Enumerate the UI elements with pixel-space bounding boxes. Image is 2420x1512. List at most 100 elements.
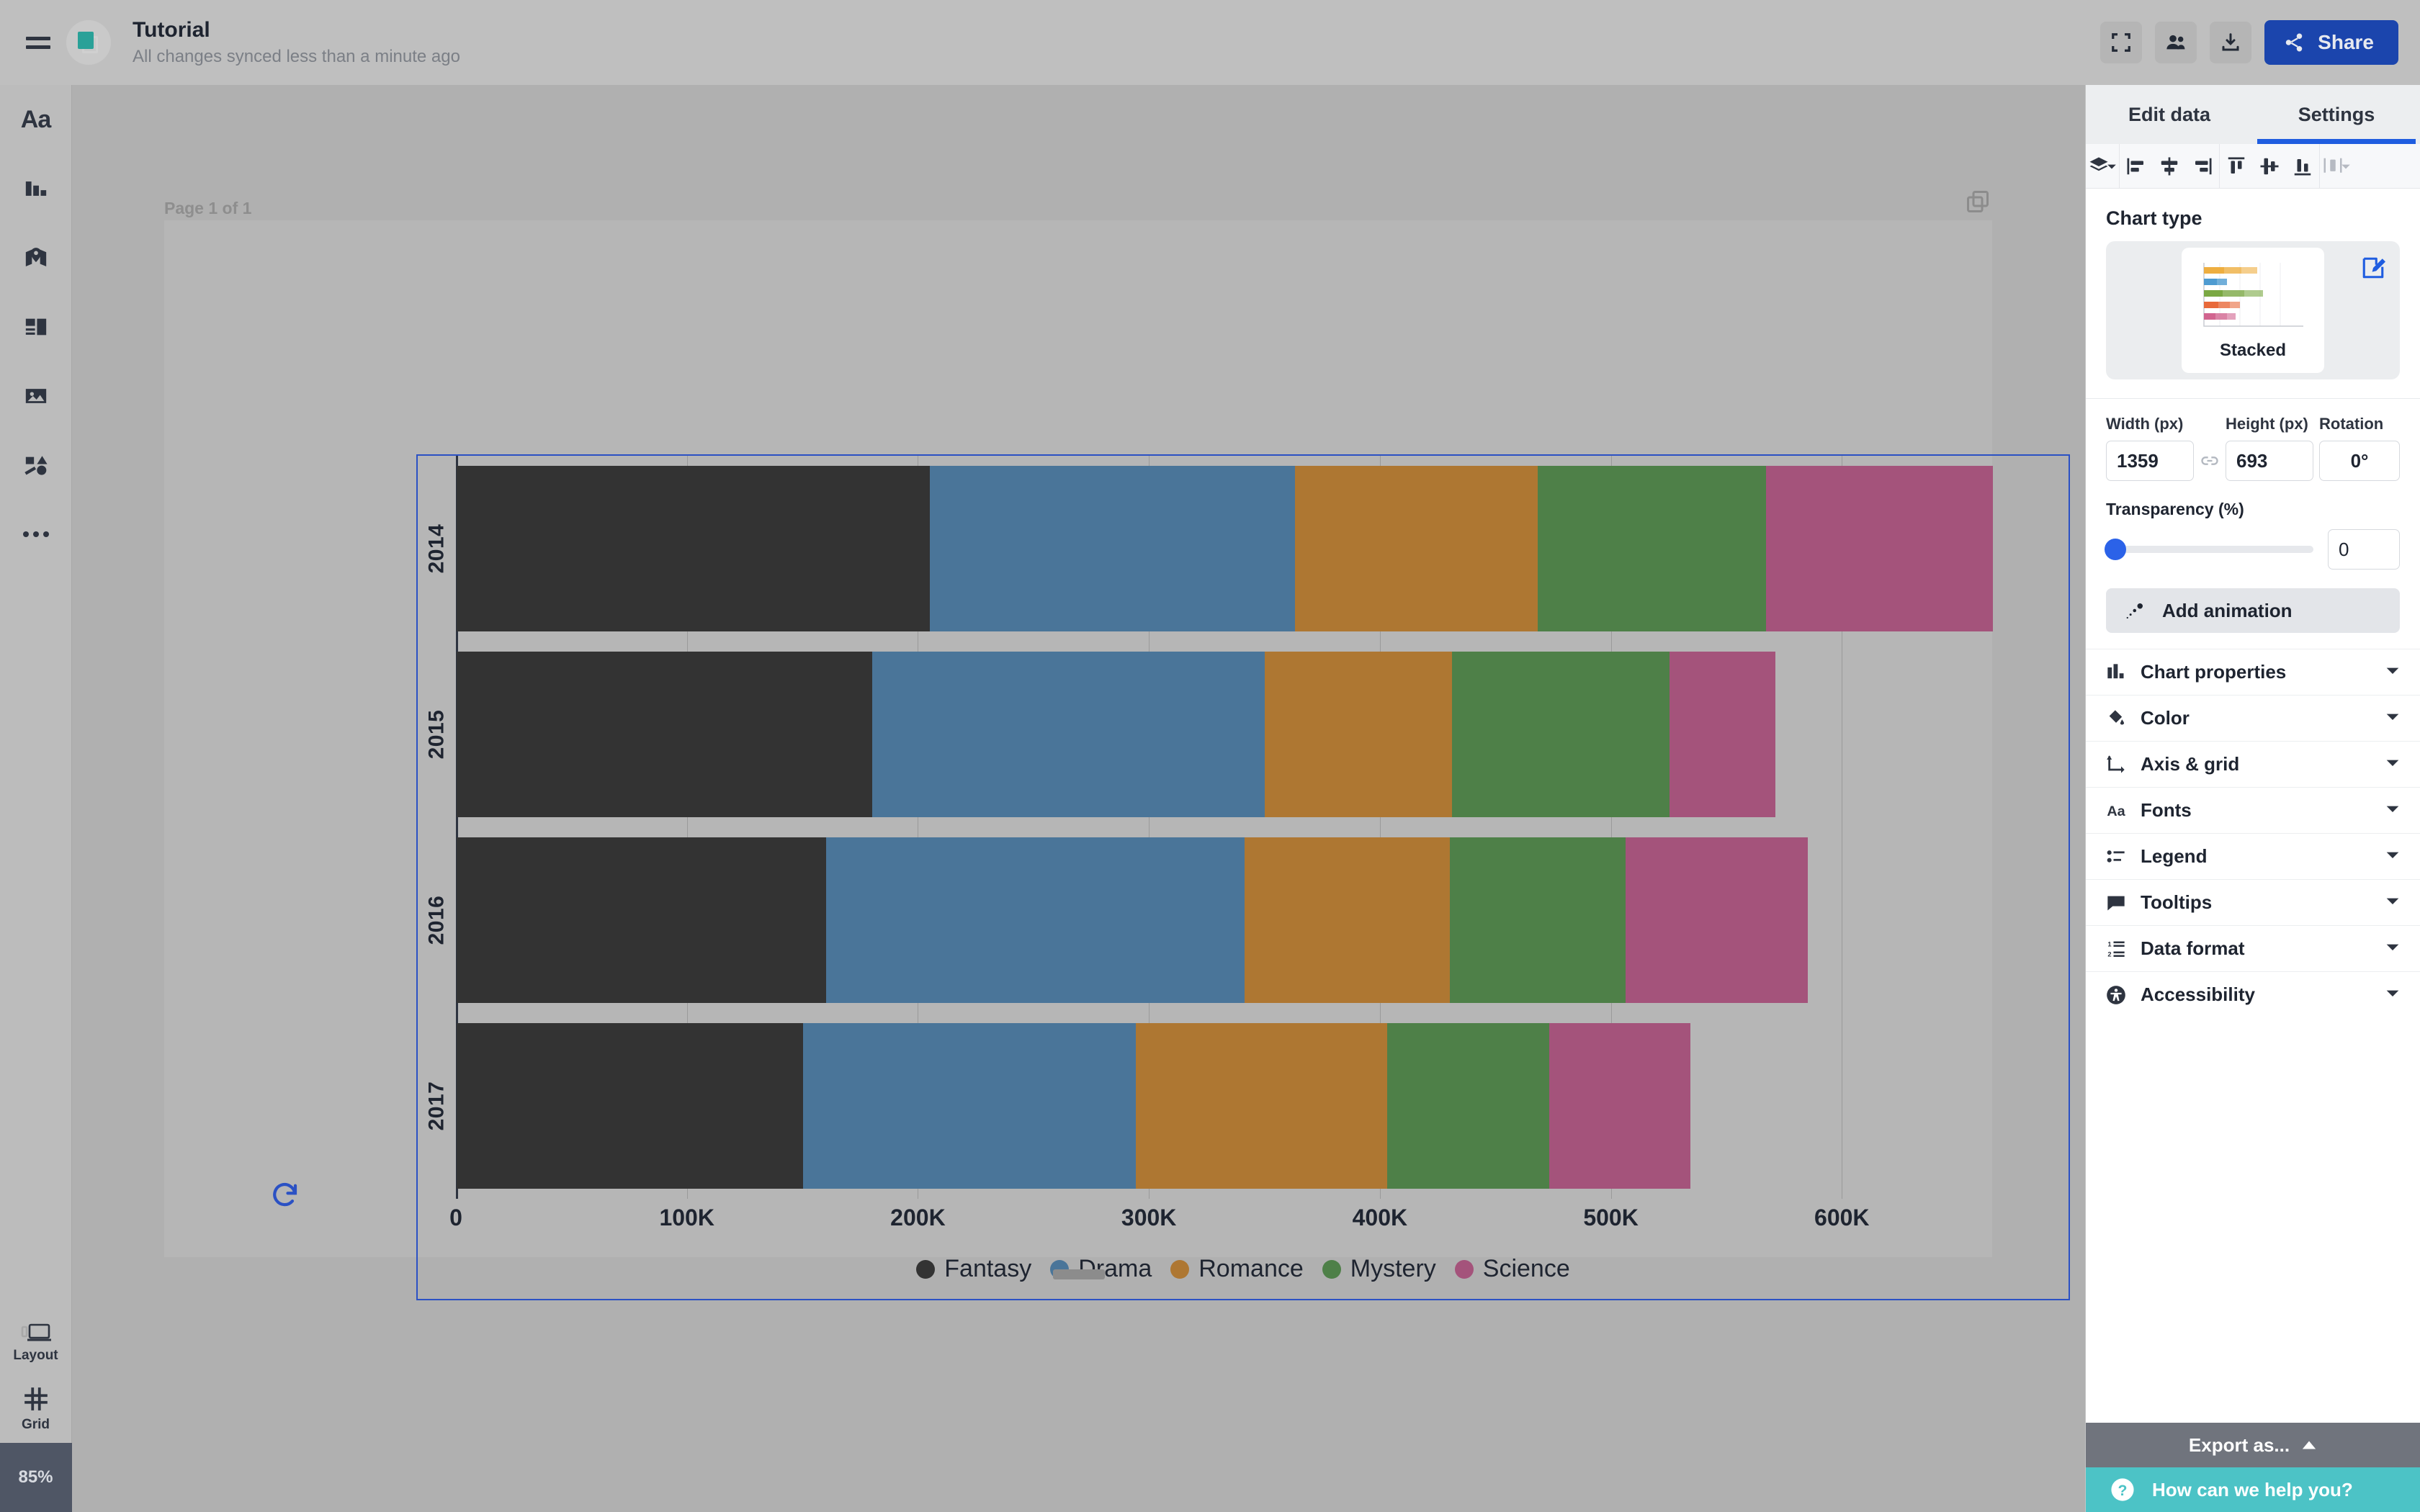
- grid-icon: [24, 1387, 48, 1410]
- share-button[interactable]: Share: [2264, 20, 2398, 65]
- bar-segment-romance[interactable]: [1295, 466, 1538, 631]
- rotation-input[interactable]: [2319, 441, 2400, 481]
- bar-segment-romance[interactable]: [1265, 652, 1453, 817]
- accordion-legend[interactable]: Legend: [2086, 833, 2420, 879]
- chevron-down-icon: [2107, 164, 2116, 168]
- sidebar-item-image[interactable]: [0, 361, 72, 431]
- export-as-button[interactable]: Export as...: [2086, 1423, 2420, 1467]
- x-axis-tick-label: 300K: [1121, 1205, 1177, 1230]
- bar-segment-drama[interactable]: [826, 837, 1245, 1003]
- transparency-input[interactable]: [2328, 529, 2400, 570]
- accordion-color-label: Color: [2141, 707, 2190, 729]
- panel-spacer: [2086, 1017, 2420, 1423]
- download-button[interactable]: [2210, 22, 2252, 63]
- accordion-data-format[interactable]: 1 2 Data format: [2086, 925, 2420, 971]
- height-input[interactable]: [2226, 441, 2313, 481]
- accordion-tooltips[interactable]: Tooltips: [2086, 879, 2420, 925]
- accordion-chart-properties[interactable]: Chart properties: [2086, 649, 2420, 695]
- align-bottom-button[interactable]: [2286, 144, 2319, 189]
- bar-segment-science[interactable]: [1549, 1023, 1690, 1189]
- bar-segment-fantasy[interactable]: [457, 837, 827, 1003]
- bar-segment-fantasy[interactable]: [457, 466, 931, 631]
- accordion-color[interactable]: Color: [2086, 695, 2420, 741]
- zoom-level-button[interactable]: 85%: [0, 1443, 72, 1512]
- transparency-slider-thumb[interactable]: [2105, 539, 2126, 560]
- bar-chart-icon: [25, 181, 46, 196]
- legend-item[interactable]: Science: [1454, 1255, 1570, 1283]
- legend-item[interactable]: Romance: [1170, 1255, 1304, 1283]
- question-mark-icon: ?: [2111, 1478, 2134, 1501]
- collaborators-button[interactable]: [2155, 22, 2197, 63]
- chevron-down-icon: [2385, 663, 2400, 681]
- settings-accordion-list: Chart properties Color Axis & grid Aa Fonts L…: [2086, 649, 2420, 1017]
- app-root: Tutorial All changes synced less than a …: [0, 0, 2420, 1512]
- shapes-icon: [24, 456, 48, 475]
- accordion-accessibility[interactable]: Accessibility: [2086, 971, 2420, 1017]
- align-middle-button[interactable]: [2253, 144, 2286, 189]
- align-center-horizontal-button[interactable]: [2153, 144, 2186, 189]
- slide-canvas[interactable]: 2014 2015 2016 2017 0 100K 200K 300K 400K 500K 60…: [164, 191, 2070, 1300]
- canvas-area[interactable]: Page 1 of 1 2014 2015 2016 2017 0 100K 200K 30…: [72, 85, 2085, 1512]
- transparency-slider[interactable]: [2105, 539, 2313, 560]
- align-top-button[interactable]: [2220, 144, 2253, 189]
- fullscreen-button[interactable]: [2100, 22, 2143, 63]
- tab-settings[interactable]: Settings: [2253, 85, 2420, 144]
- align-group-vertical: [2219, 143, 2319, 189]
- legend-item[interactable]: Mystery: [1322, 1255, 1436, 1283]
- legend-item[interactable]: Fantasy: [916, 1255, 1031, 1283]
- x-axis-tick-label: 500K: [1583, 1205, 1639, 1230]
- refresh-icon[interactable]: [270, 1179, 300, 1210]
- sidebar-item-layout[interactable]: [0, 292, 72, 361]
- bar-segment-mystery[interactable]: [1387, 1023, 1549, 1189]
- tab-edit-data[interactable]: Edit data: [2086, 85, 2253, 144]
- bar-segment-mystery[interactable]: [1537, 466, 1767, 631]
- sidebar-item-map[interactable]: [0, 223, 72, 292]
- rotation-field-group: Rotation: [2319, 415, 2400, 481]
- bar-segment-science[interactable]: [1766, 466, 1993, 631]
- width-input[interactable]: [2106, 441, 2194, 481]
- sidebar-item-chart[interactable]: [0, 154, 72, 223]
- caret-up-icon: [2302, 1441, 2316, 1449]
- hamburger-icon[interactable]: [16, 20, 60, 65]
- sidebar-item-text[interactable]: Aa: [0, 85, 72, 154]
- bar-segment-romance[interactable]: [1135, 1023, 1388, 1189]
- bar-segment-science[interactable]: [1669, 652, 1776, 817]
- link-icon[interactable]: [2200, 451, 2220, 471]
- chart-type-card[interactable]: Stacked: [2106, 241, 2400, 379]
- align-right-button[interactable]: [2186, 144, 2219, 189]
- bar-row[interactable]: [457, 652, 1776, 817]
- bar-segment-mystery[interactable]: [1452, 652, 1670, 817]
- bar-segment-romance[interactable]: [1244, 837, 1451, 1003]
- layout-tool[interactable]: Layout: [0, 1310, 72, 1374]
- bar-row[interactable]: [457, 837, 1809, 1003]
- align-left-button[interactable]: [2120, 144, 2153, 189]
- sidebar-item-more[interactable]: [0, 500, 72, 569]
- svg-text:Aa: Aa: [2107, 804, 2125, 819]
- bar-segment-mystery[interactable]: [1450, 837, 1626, 1003]
- left-sidebar: Aa Layout Grid 85%: [0, 85, 72, 1512]
- edit-chart-icon[interactable]: [2361, 256, 2385, 280]
- bar-row[interactable]: [457, 466, 1993, 631]
- help-button[interactable]: ? How can we help you?: [2086, 1467, 2420, 1512]
- slide-resize-handle[interactable]: [1052, 1269, 1105, 1279]
- bar-segment-fantasy[interactable]: [457, 1023, 804, 1189]
- legend-icon: [2106, 847, 2130, 867]
- add-animation-button[interactable]: Add animation: [2106, 588, 2400, 633]
- arrange-layers-button[interactable]: [2086, 144, 2119, 189]
- distribute-button[interactable]: [2320, 144, 2353, 189]
- device-layout-icon: [21, 1323, 51, 1341]
- bar-segment-drama[interactable]: [872, 652, 1265, 817]
- accordion-data-format-label: Data format: [2141, 937, 2245, 959]
- bar-row[interactable]: [457, 1023, 1690, 1189]
- stacked-bar-chart[interactable]: 2014 2015 2016 2017 0 100K 200K 300K 400K 500K 60…: [418, 456, 2069, 1299]
- sidebar-item-shapes[interactable]: [0, 431, 72, 500]
- grid-tool[interactable]: Grid: [0, 1374, 72, 1443]
- bar-segment-fantasy[interactable]: [457, 652, 873, 817]
- accordion-axis-grid[interactable]: Axis & grid: [2086, 741, 2420, 787]
- accordion-fonts[interactable]: Aa Fonts: [2086, 787, 2420, 833]
- bar-segment-drama[interactable]: [930, 466, 1296, 631]
- bar-segment-science[interactable]: [1625, 837, 1809, 1003]
- duplicate-icon[interactable]: [1965, 189, 1991, 215]
- bar-segment-drama[interactable]: [803, 1023, 1136, 1189]
- x-axis-tick-label: 600K: [1814, 1205, 1870, 1230]
